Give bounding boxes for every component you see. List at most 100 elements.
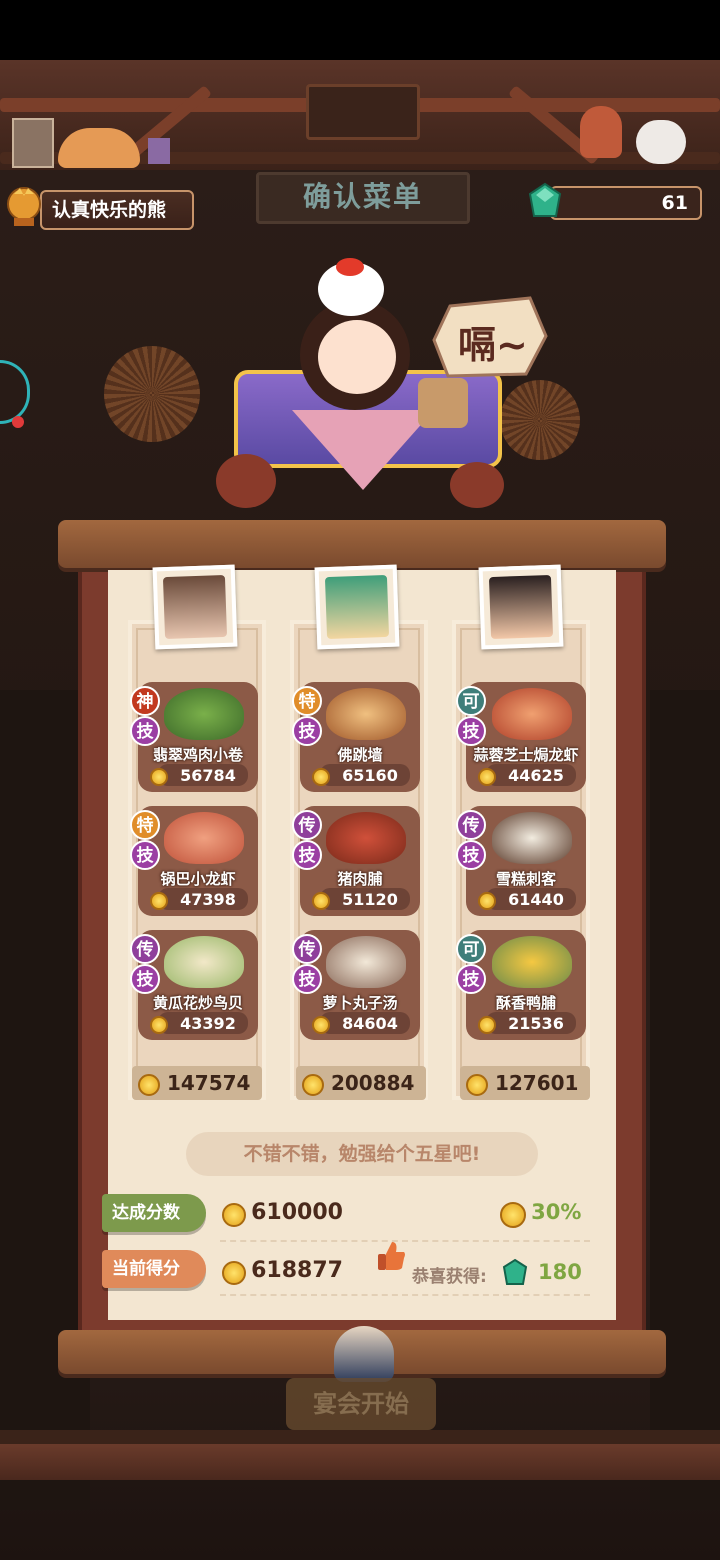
dish-name: 黄瓜花炒鸟贝 [152, 994, 243, 1012]
dish-image [326, 688, 406, 740]
chef-figure-icon [580, 106, 622, 158]
dish-name: 猪肉脯 [337, 870, 383, 888]
bonus-percent: 30% [531, 1200, 582, 1224]
skill-badge: 技 [130, 840, 160, 870]
target-score-label: 达成分数 [102, 1194, 206, 1232]
dish-score: 65160 [342, 766, 398, 785]
skill-badge: 技 [130, 716, 160, 746]
jar-icon [12, 118, 54, 168]
column-total-value: 200884 [330, 1071, 415, 1095]
dish-score: 47398 [180, 890, 236, 909]
dish-name: 酥香鸭脯 [495, 994, 556, 1012]
dish-image [492, 812, 572, 864]
coin-icon [138, 1073, 160, 1096]
coin-icon [222, 1260, 246, 1285]
dish-name: 萝卜丸子汤 [322, 994, 398, 1012]
current-score-row: 618877 [222, 1258, 343, 1285]
left-pot-icon [216, 454, 276, 508]
skill-badge: 技 [456, 716, 486, 746]
dish-image [164, 688, 244, 740]
gem-count: 61 [661, 192, 688, 214]
dish-image [326, 812, 406, 864]
restaurant-roof [0, 60, 720, 170]
gem-icon [502, 1258, 528, 1286]
chef-portrait-3[interactable] [478, 564, 564, 650]
bonus-row: 30% [500, 1200, 581, 1228]
target-score: 610000 [251, 1200, 343, 1225]
gem-bar: 61 [550, 186, 702, 220]
chef-avatar [488, 574, 554, 640]
dish-score: 43392 [180, 1014, 236, 1033]
thumbs-up-icon [376, 1240, 406, 1272]
column-total-1: 147574 [132, 1066, 262, 1100]
column-total-3: 127601 [460, 1066, 590, 1100]
critic-comment: 不错不错，勉强给个五星吧! [186, 1132, 538, 1176]
speech-text: 嗝~ [458, 323, 528, 367]
dish-score: 56784 [180, 766, 236, 785]
gem-counter[interactable]: 61 [528, 182, 702, 222]
scroll-top-rod [58, 520, 666, 568]
right-pot-icon [450, 462, 504, 508]
dish-score: 51120 [342, 890, 398, 909]
dish-name: 翡翠鸡肉小卷 [152, 746, 243, 764]
player-nameplate[interactable]: 认真快乐的熊 [4, 184, 194, 232]
reward-label: 恭喜获得: [412, 1267, 487, 1287]
chef-avatar [324, 574, 390, 640]
plate-stack-icon [418, 378, 468, 428]
chef-avatar [162, 574, 228, 640]
status-bar [0, 0, 720, 60]
dish-image [164, 936, 244, 988]
speech-bubble: 嗝~ [430, 296, 550, 380]
column-total-value: 127601 [494, 1071, 579, 1095]
right-wall [650, 690, 720, 1510]
orange-cat-icon [58, 128, 140, 168]
rarity-badge: 传 [130, 934, 160, 964]
current-score: 618877 [251, 1258, 343, 1283]
dish-image [492, 936, 572, 988]
dish-score: 21536 [508, 1014, 564, 1033]
start-banquet-button[interactable]: 宴会开始 [286, 1378, 436, 1430]
column-total-value: 147574 [166, 1071, 251, 1095]
dish-image [164, 812, 244, 864]
dish-score: 84604 [342, 1014, 398, 1033]
reward-gems: 180 [538, 1260, 582, 1284]
target-score-row: 610000 [222, 1200, 343, 1227]
tassel-icon [334, 1326, 394, 1382]
coin-icon [302, 1073, 324, 1096]
right-fan-icon [500, 380, 580, 460]
coin-icon [466, 1073, 488, 1096]
chef-portrait-1[interactable] [152, 564, 238, 650]
rarity-badge: 可 [456, 934, 486, 964]
skill-badge: 技 [456, 964, 486, 994]
skill-badge: 技 [292, 716, 322, 746]
left-fan-icon [104, 346, 200, 442]
rarity-badge: 神 [130, 686, 160, 716]
coin-icon [222, 1202, 246, 1227]
white-cat-icon [636, 120, 686, 164]
coin-bag-icon [500, 1201, 526, 1228]
skill-badge: 技 [292, 964, 322, 994]
notification-dot [12, 416, 24, 428]
rarity-badge: 可 [456, 686, 486, 716]
dish-score: 61440 [508, 890, 564, 909]
dish-image [326, 936, 406, 988]
skill-badge: 技 [130, 964, 160, 994]
current-score-label: 当前得分 [102, 1250, 206, 1288]
dish-name: 佛跳墙 [337, 746, 383, 764]
rarity-badge: 特 [292, 686, 322, 716]
critic-face[interactable] [318, 320, 396, 394]
rarity-badge: 传 [456, 810, 486, 840]
cup-icon [148, 138, 170, 164]
divider [220, 1294, 590, 1296]
rarity-badge: 传 [292, 934, 322, 964]
player-name: 认真快乐的熊 [40, 190, 194, 230]
rarity-badge: 传 [292, 810, 322, 840]
chicken-comb-icon [336, 258, 364, 276]
gem-icon [528, 182, 562, 220]
trophy-avatar-icon [4, 184, 44, 230]
chef-portrait-2[interactable] [314, 564, 400, 650]
dish-score: 44625 [508, 766, 564, 785]
dish-image [492, 688, 572, 740]
rarity-badge: 特 [130, 810, 160, 840]
column-total-2: 200884 [296, 1066, 426, 1100]
